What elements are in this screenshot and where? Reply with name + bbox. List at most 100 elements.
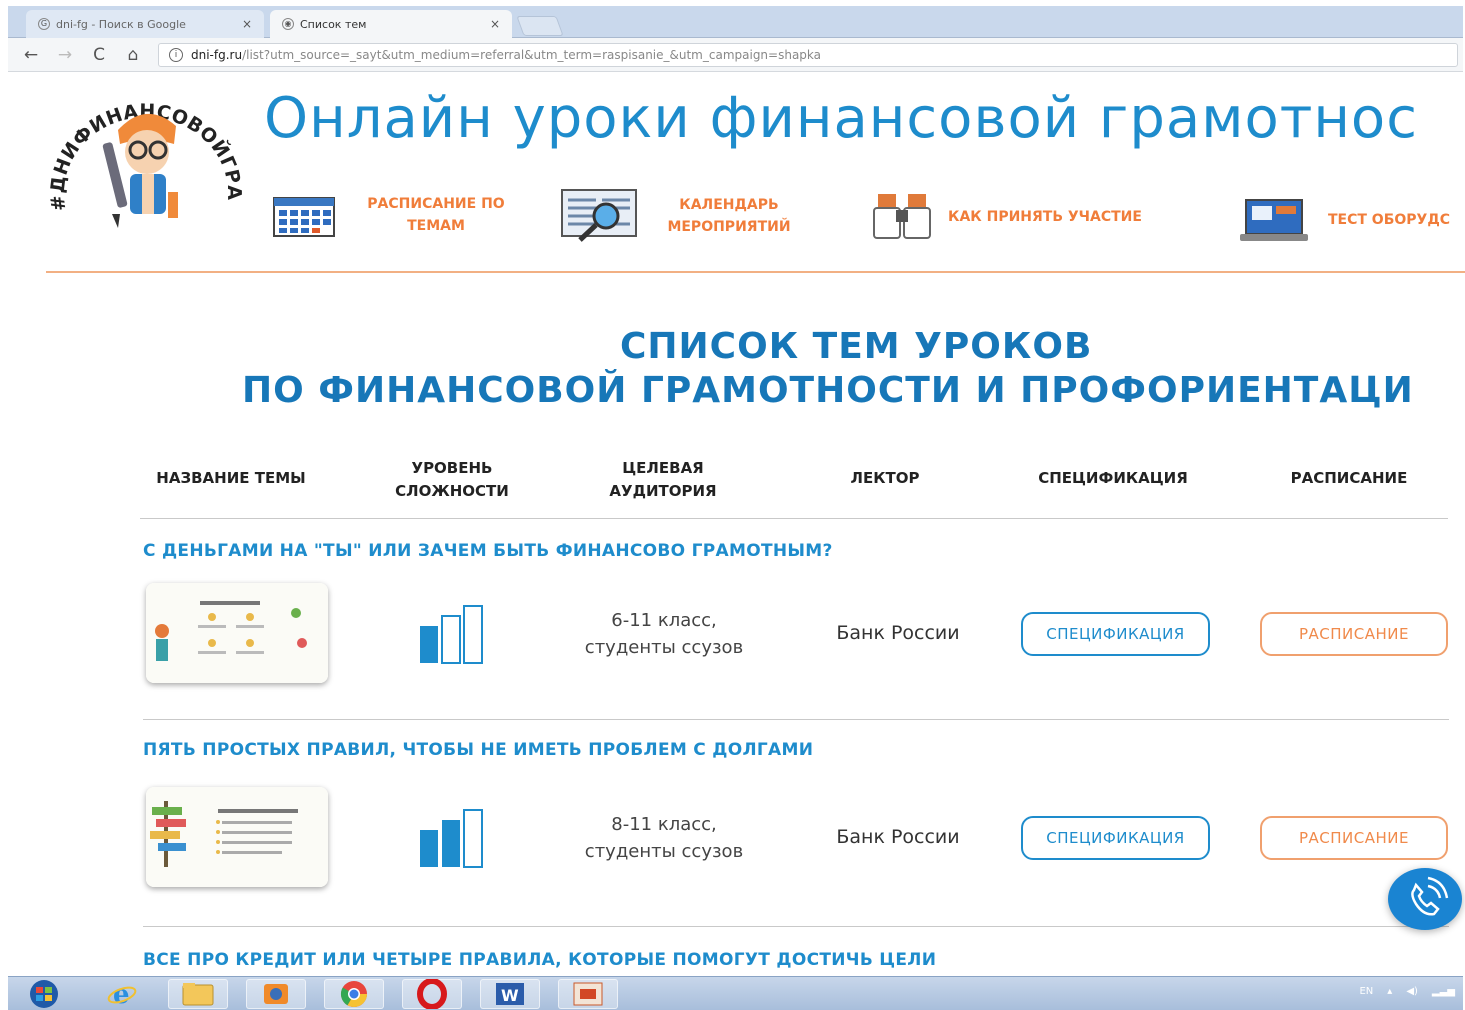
column-header-text: ЦЕЛЕВАЯ: [622, 459, 704, 477]
column-header-text: СПЕЦИФИКАЦИЯ: [1038, 469, 1188, 487]
file-explorer-icon: [182, 983, 214, 1006]
column-header-lector: ЛЕКТОР: [820, 467, 950, 490]
difficulty-level-icon: [420, 809, 483, 868]
address-host: dni-fg.ru: [191, 48, 243, 62]
menu-event-calendar[interactable]: КАЛЕНДАРЬ МЕРОПРИЯТИЙ: [560, 188, 804, 244]
address-bar[interactable]: i dni-fg.ru /list?utm_source=_sayt&utm_m…: [158, 43, 1458, 67]
topic-title-link[interactable]: ВСЕ ПРО КРЕДИТ ИЛИ ЧЕТЫРЕ ПРАВИЛА, КОТОР…: [143, 950, 936, 970]
new-tab-button[interactable]: [516, 16, 564, 36]
svg-text:W: W: [501, 986, 519, 1005]
audience-line: 6-11 класс,: [611, 610, 717, 631]
volume-icon[interactable]: ◀): [1406, 986, 1418, 997]
tab-topic-list[interactable]: ◉ Список тем ×: [270, 10, 512, 38]
screen: G dni-fg - Поиск в Google × ◉ Список тем…: [0, 0, 1465, 1010]
level-bar: [463, 809, 483, 868]
column-header-text: АУДИТОРИЯ: [609, 482, 717, 500]
level-bar: [441, 615, 461, 664]
row-divider: [143, 926, 1449, 927]
language-indicator[interactable]: EN: [1359, 986, 1373, 997]
taskbar-opera[interactable]: [402, 979, 462, 1009]
schedule-button[interactable]: РАСПИСАНИЕ: [1260, 612, 1448, 656]
taskbar-internet-explorer[interactable]: e: [92, 979, 152, 1009]
menu-label-line1: РАСПИСАНИЕ ПО: [367, 196, 505, 212]
schedule-button[interactable]: РАСПИСАНИЕ: [1260, 816, 1448, 860]
menu-label-line2: МЕРОПРИЯТИЙ: [667, 219, 791, 235]
calendar-icon: [273, 197, 335, 237]
menu-how-to-participate[interactable]: КАК ПРИНЯТЬ УЧАСТИЕ: [872, 192, 1142, 242]
internet-explorer-icon: e: [107, 980, 137, 1008]
browser-toolbar: ← → C ⌂ i dni-fg.ru /list?utm_source=_sa…: [8, 38, 1463, 72]
powerpoint-icon: [573, 982, 603, 1006]
close-tab-icon[interactable]: ×: [242, 17, 252, 31]
taskbar-file-explorer[interactable]: [168, 979, 228, 1009]
home-icon[interactable]: ⌂: [122, 44, 144, 66]
site-favicon-icon: ◉: [282, 18, 294, 30]
table-header-divider: [140, 518, 1448, 519]
browser-tab-strip: G dni-fg - Поиск в Google × ◉ Список тем…: [8, 6, 1463, 38]
page-heading-line2: ПО ФИНАНСОВОЙ ГРАМОТНОСТИ И ПРОФОРИЕНТАЦ…: [242, 370, 1414, 411]
audience-line: 8-11 класс,: [611, 814, 717, 835]
menu-equipment-test[interactable]: ТЕСТ ОБОРУДС: [1240, 196, 1450, 244]
audience-line: студенты ссузов: [584, 637, 744, 658]
column-header-specification: СПЕЦИФИКАЦИЯ: [1010, 467, 1216, 490]
menu-label-line1: КАЛЕНДАРЬ: [679, 197, 779, 213]
google-favicon-icon: G: [38, 18, 50, 30]
tab-title: dni-fg - Поиск в Google: [56, 17, 186, 31]
taskbar-powerpoint[interactable]: [558, 979, 618, 1009]
taskbar-chrome[interactable]: [324, 979, 384, 1009]
column-header-text: РАСПИСАНИЕ: [1290, 469, 1408, 487]
column-header-audience: ЦЕЛЕВАЯ АУДИТОРИЯ: [578, 457, 748, 503]
topic-thumbnail[interactable]: [146, 787, 328, 887]
os-taskbar: e W EN ▴ ◀) ▂▃▅: [8, 976, 1463, 1010]
forward-arrow-icon[interactable]: →: [54, 44, 76, 66]
back-arrow-icon[interactable]: ←: [20, 44, 42, 66]
lesson-preview-image: [146, 787, 328, 887]
specification-button[interactable]: СПЕЦИФИКАЦИЯ: [1021, 612, 1210, 656]
lector-name: Банк России: [836, 622, 960, 644]
menu-label-line2: ТЕМАМ: [407, 218, 465, 234]
lesson-preview-image: [146, 583, 328, 683]
info-icon[interactable]: i: [169, 48, 183, 62]
lector-name: Банк России: [836, 826, 960, 848]
tab-google-search[interactable]: G dni-fg - Поиск в Google ×: [26, 10, 264, 38]
windows-start-button[interactable]: [14, 979, 74, 1009]
reload-icon[interactable]: C: [88, 44, 110, 66]
column-header-text: ЛЕКТОР: [850, 469, 920, 487]
media-player-icon: [264, 984, 288, 1004]
topic-thumbnail[interactable]: [146, 583, 328, 683]
difficulty-level-icon: [420, 605, 483, 664]
callback-button[interactable]: [1388, 868, 1462, 930]
address-path: /list?utm_source=_sayt&utm_medium=referr…: [242, 48, 822, 62]
level-bar: [442, 820, 460, 867]
topic-title-link[interactable]: С ДЕНЬГАМИ НА "ТЫ" ИЛИ ЗАЧЕМ БЫТЬ ФИНАНС…: [143, 541, 833, 561]
tab-title: Список тем: [300, 17, 367, 31]
close-tab-icon[interactable]: ×: [490, 17, 500, 31]
mascot-icon: [102, 113, 178, 228]
phone-call-icon: [1411, 876, 1449, 916]
topic-title-link[interactable]: ПЯТЬ ПРОСТЫХ ПРАВИЛ, ЧТОБЫ НЕ ИМЕТЬ ПРОБ…: [143, 740, 813, 760]
word-icon: W: [496, 983, 524, 1005]
column-header-topic: НАЗВАНИЕ ТЕМЫ: [140, 467, 322, 490]
level-bar: [420, 830, 438, 867]
svg-text:e: e: [113, 980, 130, 1008]
target-audience: 8-11 класс, студенты ссузов: [560, 811, 768, 865]
column-header-text: НАЗВАНИЕ ТЕМЫ: [156, 469, 306, 487]
column-header-text: УРОВЕНЬ: [411, 459, 493, 477]
network-signal-icon[interactable]: ▂▃▅: [1432, 986, 1455, 997]
tray-arrow-icon[interactable]: ▴: [1387, 986, 1392, 997]
page-heading-line1: СПИСОК ТЕМ УРОКОВ: [620, 326, 1093, 367]
system-tray: EN ▴ ◀) ▂▃▅: [1359, 986, 1455, 997]
column-header-level: УРОВЕНЬ СЛОЖНОСТИ: [366, 457, 538, 503]
row-divider: [143, 719, 1449, 720]
specification-button[interactable]: СПЕЦИФИКАЦИЯ: [1021, 816, 1210, 860]
site-title: Онлайн уроки финансовой грамотнос: [264, 86, 1418, 151]
target-audience: 6-11 класс, студенты ссузов: [560, 607, 768, 661]
site-logo[interactable]: #ДНИФИНАНСОВОЙГРАМОТНОСТИ: [48, 82, 244, 242]
menu-schedule-by-topic[interactable]: РАСПИСАНИЕ ПО ТЕМАМ: [272, 192, 518, 238]
taskbar-word[interactable]: W: [480, 979, 540, 1009]
chrome-icon: [340, 981, 368, 1008]
menu-label-line1: ТЕСТ ОБОРУДС: [1328, 212, 1451, 228]
opera-icon: [417, 979, 447, 1009]
level-bar: [463, 605, 483, 664]
taskbar-media-player[interactable]: [246, 979, 306, 1009]
